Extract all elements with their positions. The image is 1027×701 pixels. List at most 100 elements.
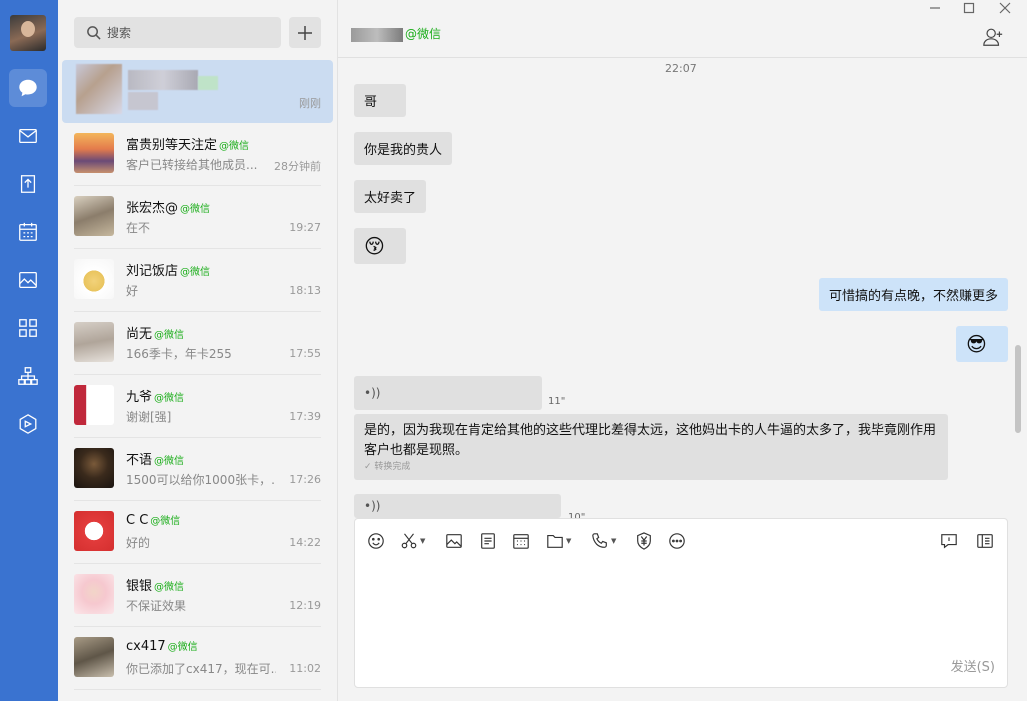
close-button[interactable] [990, 0, 1020, 16]
conversation-item[interactable]: 富贵别等天注定 @微信 客户已转接给其他成员... 28分钟前 [62, 123, 333, 186]
conversation-item[interactable]: 不语 @微信 1500可以给你1000张卡，... 17:26 [62, 438, 333, 501]
conversation-time: 刚刚 [299, 97, 321, 110]
sidebar-icon [977, 534, 993, 548]
send-button[interactable]: 发送(S) [951, 656, 995, 675]
conversation-time: 17:26 [289, 473, 321, 486]
last-message: 不保证效果 [126, 599, 187, 613]
document-share-icon [20, 175, 36, 193]
conversation-time: 12:19 [289, 599, 321, 612]
more-icon [669, 533, 685, 549]
contact-avatar [74, 385, 114, 425]
minimize-icon [930, 7, 940, 9]
chat-header: @微信 [338, 0, 1027, 58]
maximize-button[interactable] [954, 0, 984, 16]
emoji-button[interactable] [367, 531, 389, 551]
message-bubble-incoming[interactable]: 你是我的贵人 [354, 132, 452, 165]
docs-nav-button[interactable] [9, 165, 47, 203]
conversation-item[interactable]: 尚无 @微信 166季卡，年卡255 17:55 [62, 312, 333, 375]
contact-avatar [74, 133, 114, 173]
contact-avatar [74, 196, 114, 236]
user-avatar[interactable] [10, 15, 46, 51]
grid-icon [19, 319, 37, 337]
wechat-tag: @微信 [154, 393, 185, 404]
quick-reply-button[interactable] [940, 531, 962, 551]
conversation-item-selected[interactable]: 刚刚 [62, 60, 333, 123]
wechat-tag: @微信 [180, 204, 211, 215]
wechat-tag: @微信 [154, 582, 185, 593]
voice-message[interactable]: •)) [354, 376, 542, 410]
side-panel-button[interactable] [976, 531, 998, 551]
contact-name: 九爷 [126, 390, 153, 405]
message-composer: ▼ ▼ ▼ 发送(S) [354, 518, 1008, 688]
chat-bubble-icon [19, 79, 37, 97]
message-bubble-incoming[interactable]: 哥 [354, 84, 406, 117]
conversation-list: 刚刚 富贵别等天注定@微信 客户已转接给其他成员... 28分钟前 张宏杰@@微… [58, 0, 338, 701]
conversation-time: 28分钟前 [274, 160, 321, 173]
conversation-item[interactable]: 银银 @微信 不保证效果 12:19 [62, 564, 333, 627]
wechat-tag: @微信 [154, 456, 185, 467]
conversation-item[interactable]: 刘记饭店 @微信 好 18:13 [62, 249, 333, 312]
chevron-down-icon: ▼ [420, 537, 426, 545]
message-input[interactable] [369, 565, 989, 655]
apps-nav-button[interactable] [9, 309, 47, 347]
last-message: 166季卡，年卡255 [126, 347, 232, 361]
org-nav-button[interactable] [9, 357, 47, 395]
red-packet-button[interactable] [635, 531, 657, 551]
contact-name: cx417 [126, 639, 166, 654]
file-button[interactable]: ▼ [546, 531, 578, 551]
chevron-down-icon: ▼ [611, 537, 617, 545]
document-button[interactable] [479, 531, 501, 551]
contact-avatar [74, 259, 114, 299]
wechat-tag: @微信 [154, 330, 185, 341]
emoji-bubble-outgoing[interactable]: 😎 [956, 326, 1008, 362]
close-icon [999, 2, 1011, 14]
nav-rail [0, 0, 58, 701]
chevron-down-icon: ▼ [566, 537, 572, 545]
contact-avatar [74, 448, 114, 488]
last-message: 客户已转接给其他成员... [126, 158, 258, 172]
phone-icon [592, 533, 607, 548]
contact-name: C C [126, 513, 149, 528]
wechat-tag: @微信 [150, 516, 181, 527]
workbench-nav-button[interactable] [9, 405, 47, 443]
conversation-item[interactable]: cx417 @微信 你已添加了cx417，现在可... 11:02 [62, 627, 333, 690]
voice-duration: 11" [548, 396, 566, 407]
composer-toolbar: ▼ ▼ ▼ [355, 519, 1007, 563]
chat-scrollbar[interactable] [1015, 345, 1021, 433]
conversation-time: 19:27 [289, 221, 321, 234]
calendar-nav-button[interactable] [9, 213, 47, 251]
contact-name: 刘记饭店 [126, 264, 179, 279]
gallery-nav-button[interactable] [9, 261, 47, 299]
search-box[interactable] [74, 17, 281, 48]
conversation-item[interactable]: C C @微信 好的 14:22 [62, 501, 333, 564]
last-message: 好的 [126, 536, 151, 550]
add-member-button[interactable] [982, 26, 1004, 48]
minimize-button[interactable] [920, 0, 950, 16]
message-timestamp: 22:07 [665, 62, 697, 75]
more-button[interactable] [668, 531, 690, 551]
contact-name: 尚无 [126, 327, 153, 342]
image-icon [446, 534, 462, 548]
voice-message[interactable]: •)) [354, 494, 561, 518]
search-icon [87, 26, 101, 40]
call-button[interactable]: ▼ [591, 531, 623, 551]
transcript-text: 是的，因为我现在肯定给其他的这些代理比差得太远，这他妈出卡的人牛逼的太多了，我毕… [364, 423, 937, 458]
mail-nav-button[interactable] [9, 117, 47, 155]
message-bubble-outgoing[interactable]: 可惜搞的有点晚，不然赚更多 [819, 278, 1008, 311]
conversation-item[interactable]: 张宏杰@ @微信 在不 19:27 [62, 186, 333, 249]
image-button[interactable] [445, 531, 467, 551]
messages-nav-button[interactable] [9, 69, 47, 107]
calendar-button[interactable] [512, 531, 534, 551]
wechat-tag: @微信 [180, 267, 211, 278]
emoji-bubble-incoming[interactable]: 😚 [354, 228, 406, 264]
screenshot-button[interactable]: ▼ [400, 531, 430, 551]
last-message: 在不 [126, 221, 151, 235]
conversation-item[interactable]: 九爷 @微信 谢谢[强] 17:39 [62, 375, 333, 438]
conversation-time: 14:22 [289, 536, 321, 549]
message-bubble-incoming[interactable]: 太好卖了 [354, 180, 426, 213]
add-button[interactable] [289, 17, 321, 48]
chat-panel: @微信 22:07 哥 你是我的贵人 太好卖了 😚 可惜搞的有点晚，不然赚更多 … [338, 0, 1027, 701]
search-input[interactable] [107, 25, 267, 40]
voice-transcript-bubble[interactable]: 是的，因为我现在肯定给其他的这些代理比差得太远，这他妈出卡的人牛逼的太多了，我毕… [354, 414, 948, 480]
contact-avatar [74, 574, 114, 614]
